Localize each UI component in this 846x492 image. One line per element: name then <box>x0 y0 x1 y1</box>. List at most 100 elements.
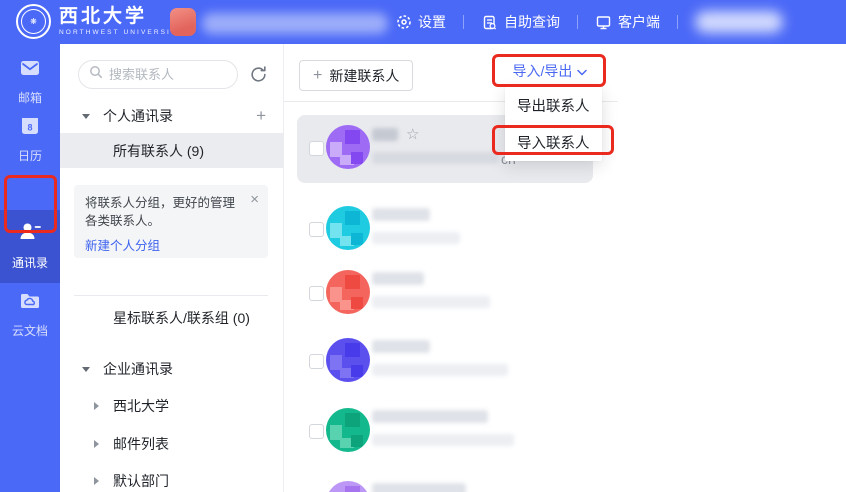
rail-label-docs: 云文档 <box>12 322 48 339</box>
contact-avatar <box>326 481 370 492</box>
contact-checkbox[interactable] <box>309 222 324 237</box>
chevron-right-icon <box>94 402 99 410</box>
svg-text:8: 8 <box>27 123 32 133</box>
chevron-right-icon <box>94 477 99 485</box>
rail-item-calendar[interactable]: 8 日历 <box>0 115 60 164</box>
redacted-contact-name <box>372 340 430 353</box>
settings-label: 设置 <box>418 12 446 32</box>
contact-name-line <box>372 272 424 285</box>
import-export-trigger[interactable]: 导入/导出 <box>495 56 605 86</box>
university-seal-icon: ❋ <box>16 4 51 39</box>
rail-item-mail[interactable]: 邮箱 <box>0 57 60 106</box>
close-icon[interactable]: × <box>250 192 259 207</box>
redacted-contact-email <box>372 296 490 308</box>
redacted-contact-name <box>372 128 398 141</box>
cloud-folder-icon <box>18 290 42 317</box>
tree-item-university[interactable]: 西北大学 <box>60 395 283 417</box>
panel-main-divider <box>283 44 284 492</box>
contact-row[interactable] <box>297 334 593 390</box>
redacted-username[interactable] <box>695 11 783 33</box>
university-logo: ❋ 西北大学 NORTHWEST UNIVERSITY <box>16 4 183 39</box>
redacted-contact-email <box>372 152 498 164</box>
starred-label: 星标联系人/联系组 (0) <box>113 308 250 328</box>
self-query-label: 自助查询 <box>504 12 560 32</box>
contact-checkbox[interactable] <box>309 141 324 156</box>
panel-divider <box>74 295 268 296</box>
client-nav-item[interactable]: 客户端 <box>595 12 660 32</box>
tree-item-label: 邮件列表 <box>113 434 169 454</box>
import-export-dropdown: 导出联系人 导入联系人 <box>505 87 602 161</box>
redacted-account-name <box>202 13 388 34</box>
calendar-icon: 8 <box>18 115 42 142</box>
menu-item-import-contacts[interactable]: 导入联系人 <box>505 124 602 161</box>
personal-group-header[interactable]: 个人通讯录 + <box>60 105 283 127</box>
contact-avatar <box>326 408 370 452</box>
plus-icon: + <box>313 67 322 85</box>
all-contacts-item[interactable]: 所有联系人 (9) <box>60 133 283 168</box>
contacts-panel: 个人通讯录 + 所有联系人 (9) 将联系人分组，更好的管理各类联系人。 × 新… <box>60 44 283 492</box>
rail-label-contacts: 通讯录 <box>12 254 48 271</box>
redacted-contact-name <box>372 483 466 492</box>
redacted-contact-name <box>372 272 424 285</box>
brand-text: 西北大学 NORTHWEST UNIVERSITY <box>59 7 183 36</box>
chevron-right-icon <box>94 440 99 448</box>
new-contact-button[interactable]: + 新建联系人 <box>299 60 413 91</box>
contact-email-line <box>372 434 514 446</box>
add-group-icon[interactable]: + <box>256 106 266 126</box>
new-personal-group-link[interactable]: 新建个人分组 <box>85 235 160 254</box>
star-icon[interactable]: ☆ <box>406 127 419 142</box>
personal-group-label: 个人通讯录 <box>103 106 173 126</box>
enterprise-group-header[interactable]: 企业通讯录 <box>60 358 283 380</box>
self-query-nav-item[interactable]: 自助查询 <box>481 12 560 32</box>
monitor-icon <box>595 14 612 31</box>
contact-name-line <box>372 410 488 423</box>
search-icon <box>89 65 103 84</box>
contact-checkbox[interactable] <box>309 424 324 439</box>
contact-checkbox[interactable] <box>309 286 324 301</box>
contact-avatar <box>326 125 370 169</box>
chevron-down-icon <box>82 114 90 119</box>
contact-avatar <box>326 206 370 250</box>
gear-icon <box>396 14 412 30</box>
rail-label-mail: 邮箱 <box>18 89 42 106</box>
import-export-label: 导入/导出 <box>513 61 573 81</box>
rail-item-contacts[interactable]: 通讯录 <box>0 220 60 271</box>
tree-item-label: 默认部门 <box>113 471 169 491</box>
redacted-contact-email <box>372 434 514 446</box>
contact-row[interactable] <box>297 202 593 258</box>
all-contacts-label: 所有联系人 (9) <box>113 141 204 161</box>
tree-item-label: 西北大学 <box>113 396 169 416</box>
refresh-icon[interactable] <box>246 62 270 86</box>
rail-item-docs[interactable]: 云文档 <box>0 290 60 339</box>
top-nav: 设置 自助查询 客户端 <box>396 0 783 44</box>
contact-search-box[interactable] <box>78 60 238 89</box>
settings-nav-item[interactable]: 设置 <box>396 12 446 32</box>
university-name-en: NORTHWEST UNIVERSITY <box>59 29 183 36</box>
enterprise-group-label: 企业通讯录 <box>103 359 173 379</box>
menu-item-export-contacts[interactable]: 导出联系人 <box>505 87 602 124</box>
contact-row[interactable] <box>297 477 593 492</box>
redacted-account-avatar <box>170 8 196 36</box>
contact-name-line: ☆ <box>372 127 419 142</box>
starred-contacts-item[interactable]: 星标联系人/联系组 (0) <box>60 307 283 329</box>
app-window: ❋ 西北大学 NORTHWEST UNIVERSITY 设置 自助查询 <box>0 0 846 492</box>
new-contact-label: 新建联系人 <box>329 66 399 86</box>
contact-email-line <box>372 364 508 376</box>
contact-row[interactable] <box>297 266 593 322</box>
contact-name-line <box>372 208 430 221</box>
search-input[interactable] <box>109 67 219 82</box>
tree-item-default-dept[interactable]: 默认部门 <box>60 470 283 492</box>
contact-checkbox[interactable] <box>309 354 324 369</box>
rail-label-calendar: 日历 <box>18 147 42 164</box>
contact-name-line <box>372 340 430 353</box>
redacted-contact-name <box>372 410 488 423</box>
contact-row[interactable] <box>297 404 593 460</box>
nav-divider <box>577 15 578 29</box>
client-label: 客户端 <box>618 12 660 32</box>
mail-icon <box>18 57 42 84</box>
contact-email-line: cn <box>372 151 516 167</box>
redacted-contact-email <box>372 232 460 244</box>
contact-email-line <box>372 232 460 244</box>
tree-item-maillist[interactable]: 邮件列表 <box>60 433 283 455</box>
chevron-down-icon <box>82 367 90 372</box>
